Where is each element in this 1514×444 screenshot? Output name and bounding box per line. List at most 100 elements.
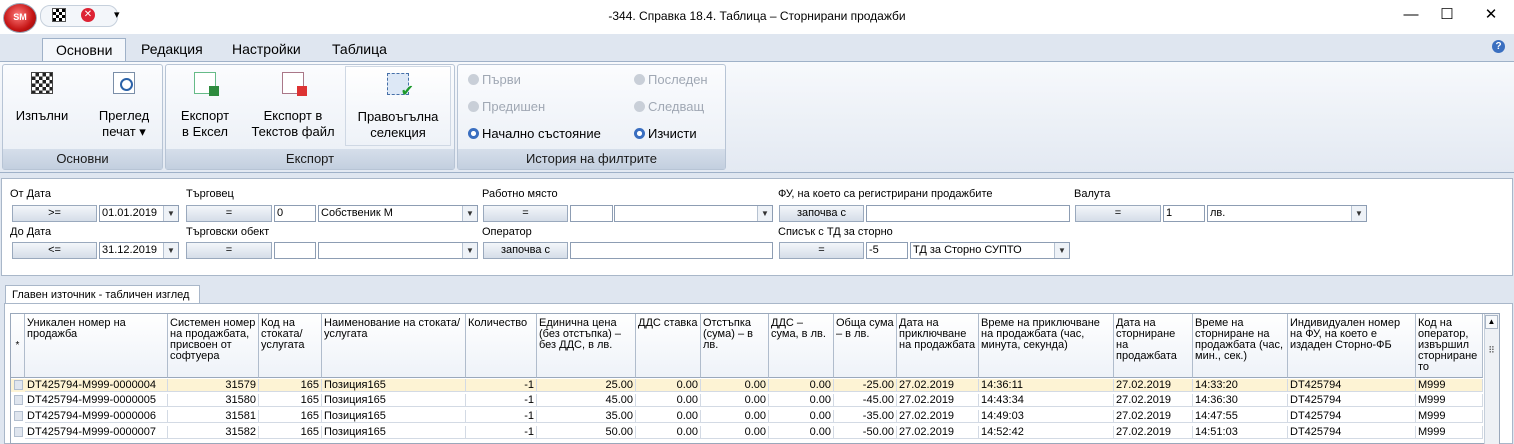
column-header[interactable]: Наименование на стоката/услугата xyxy=(322,314,466,378)
table-cell[interactable]: DT425794 xyxy=(1288,426,1416,439)
chevron-down-icon[interactable]: ▼ xyxy=(1054,243,1069,258)
column-header[interactable]: Единична цена (без отстъпка) – без ДДС, … xyxy=(537,314,636,378)
table-cell[interactable]: -50.00 xyxy=(834,426,897,439)
rectangular-selection-button[interactable]: Правоъгълна селекция xyxy=(345,66,451,146)
currency-code-input[interactable]: 1 xyxy=(1163,205,1205,222)
row-selector[interactable] xyxy=(14,380,23,390)
site-select[interactable]: ▼ xyxy=(318,242,478,259)
print-preview-button[interactable]: Преглед печат ▾ xyxy=(86,66,162,146)
table-cell[interactable]: 31579 xyxy=(168,379,259,392)
table-cell[interactable]: 14:36:30 xyxy=(1193,394,1288,407)
history-clear-button[interactable]: Изчисти xyxy=(634,126,697,142)
column-header[interactable]: Уникален номер на продажба xyxy=(25,314,168,378)
to-date-operator-button[interactable]: <= xyxy=(12,242,97,259)
table-cell[interactable]: 0.00 xyxy=(769,410,834,423)
column-header[interactable]: Отстъпка (сума) – в лв. xyxy=(701,314,769,378)
fu-input[interactable] xyxy=(866,205,1070,222)
run-button[interactable]: Изпълни xyxy=(6,66,78,146)
history-first-button[interactable]: Първи xyxy=(468,72,521,88)
site-code-input[interactable] xyxy=(274,242,316,259)
table-cell[interactable]: 27.02.2019 xyxy=(897,379,979,392)
workplace-select[interactable]: ▼ xyxy=(614,205,773,222)
column-header[interactable]: ДДС – сума, в лв. xyxy=(769,314,834,378)
table-cell[interactable]: 27.02.2019 xyxy=(897,394,979,407)
row-selector[interactable] xyxy=(14,395,23,405)
table-cell[interactable]: 0.00 xyxy=(636,379,701,392)
table-cell[interactable]: 35.00 xyxy=(537,410,636,423)
table-cell[interactable]: 27.02.2019 xyxy=(1114,379,1193,392)
chevron-down-icon[interactable]: ▼ xyxy=(1351,206,1366,221)
row-selector[interactable] xyxy=(14,411,23,421)
vertical-scrollbar[interactable] xyxy=(1484,314,1499,444)
merchant-operator-button[interactable]: = xyxy=(186,205,272,222)
tab-edit[interactable]: Редакция xyxy=(128,38,216,61)
export-excel-button[interactable]: Експорт в Ексел xyxy=(170,66,240,146)
table-cell[interactable]: DT425794-M999-0000004 xyxy=(25,379,168,392)
column-header[interactable]: Обща сума – в лв. xyxy=(834,314,897,378)
site-operator-button[interactable]: = xyxy=(186,242,272,259)
table-cell[interactable]: 14:43:34 xyxy=(979,394,1114,407)
table-cell[interactable]: 0.00 xyxy=(701,394,769,407)
chevron-down-icon[interactable]: ▼ xyxy=(163,243,178,258)
tab-settings[interactable]: Настройки xyxy=(219,38,314,61)
table-row[interactable]: DT425794-M999-0000005 31580 165 Позиция165-… xyxy=(11,394,1483,407)
table-cell[interactable]: M999 xyxy=(1416,410,1483,423)
table-cell[interactable]: 27.02.2019 xyxy=(897,426,979,439)
table-cell[interactable]: -35.00 xyxy=(834,410,897,423)
table-cell[interactable]: DT425794-M999-0000006 xyxy=(25,410,168,423)
tab-main-source-grid[interactable]: Главен източник - табличен изглед xyxy=(5,285,200,304)
table-cell[interactable]: M999 xyxy=(1416,394,1483,407)
table-cell[interactable]: -25.00 xyxy=(834,379,897,392)
table-cell[interactable]: 0.00 xyxy=(769,379,834,392)
export-text-button[interactable]: Експорт в Текстов файл xyxy=(244,66,342,146)
td-list-code-input[interactable]: -5 xyxy=(866,242,908,259)
table-cell[interactable]: 31580 xyxy=(168,394,259,407)
table-cell[interactable]: 14:36:11 xyxy=(979,379,1114,392)
table-cell[interactable]: DT425794-M999-0000005 xyxy=(25,394,168,407)
table-cell[interactable]: DT425794 xyxy=(1288,379,1416,392)
table-cell[interactable]: -1 xyxy=(466,379,537,392)
table-cell[interactable]: DT425794 xyxy=(1288,394,1416,407)
table-cell[interactable]: 165 xyxy=(259,394,322,407)
from-date-operator-button[interactable]: >= xyxy=(12,205,97,222)
table-cell[interactable]: 165 xyxy=(259,410,322,423)
column-header[interactable]: Време на сторниране на продажбата (час, … xyxy=(1193,314,1288,378)
column-header[interactable]: Дата на сторниране на продажбата xyxy=(1114,314,1193,378)
tab-main[interactable]: Основни xyxy=(42,38,127,61)
fu-operator-button[interactable]: започва с xyxy=(779,205,864,222)
table-cell[interactable]: 27.02.2019 xyxy=(1114,426,1193,439)
table-cell[interactable]: -1 xyxy=(466,426,537,439)
table-cell[interactable]: 0.00 xyxy=(701,379,769,392)
table-cell[interactable]: M999 xyxy=(1416,379,1483,392)
table-cell[interactable]: -1 xyxy=(466,410,537,423)
column-header[interactable]: Дата на приключване на продажбата xyxy=(897,314,979,378)
from-date-picker[interactable]: 01.01.2019 ▼ xyxy=(99,205,179,222)
column-header[interactable]: ДДС ставка xyxy=(636,314,701,378)
scroll-up-icon[interactable]: ▲ xyxy=(1485,315,1498,329)
chevron-down-icon[interactable]: ▼ xyxy=(462,206,477,221)
table-cell[interactable]: M999 xyxy=(1416,426,1483,439)
history-previous-button[interactable]: Предишен xyxy=(468,99,545,115)
table-cell[interactable]: 0.00 xyxy=(769,394,834,407)
operator-input[interactable] xyxy=(570,242,773,259)
table-cell[interactable]: 45.00 xyxy=(537,394,636,407)
table-cell[interactable]: 14:47:55 xyxy=(1193,410,1288,423)
merchant-select[interactable]: Собственик М ▼ xyxy=(318,205,478,222)
row-selector[interactable] xyxy=(14,427,23,437)
table-cell[interactable]: 50.00 xyxy=(537,426,636,439)
history-last-button[interactable]: Последен xyxy=(634,72,708,88)
close-button[interactable]: ✕ xyxy=(1468,4,1514,26)
table-cell[interactable]: DT425794 xyxy=(1288,410,1416,423)
table-cell[interactable]: 0.00 xyxy=(769,426,834,439)
table-cell[interactable]: -1 xyxy=(466,394,537,407)
column-header[interactable]: Количество xyxy=(466,314,537,378)
table-cell[interactable]: 31582 xyxy=(168,426,259,439)
chevron-down-icon[interactable]: ▼ xyxy=(757,206,772,221)
workplace-operator-button[interactable]: = xyxy=(483,205,568,222)
table-cell[interactable]: DT425794-M999-0000007 xyxy=(25,426,168,439)
column-header[interactable]: Време на приключване на продажбата (час,… xyxy=(979,314,1114,378)
table-cell[interactable]: 27.02.2019 xyxy=(1114,410,1193,423)
table-cell[interactable]: 27.02.2019 xyxy=(1114,394,1193,407)
table-cell[interactable]: 31581 xyxy=(168,410,259,423)
chevron-down-icon[interactable]: ▼ xyxy=(163,206,178,221)
